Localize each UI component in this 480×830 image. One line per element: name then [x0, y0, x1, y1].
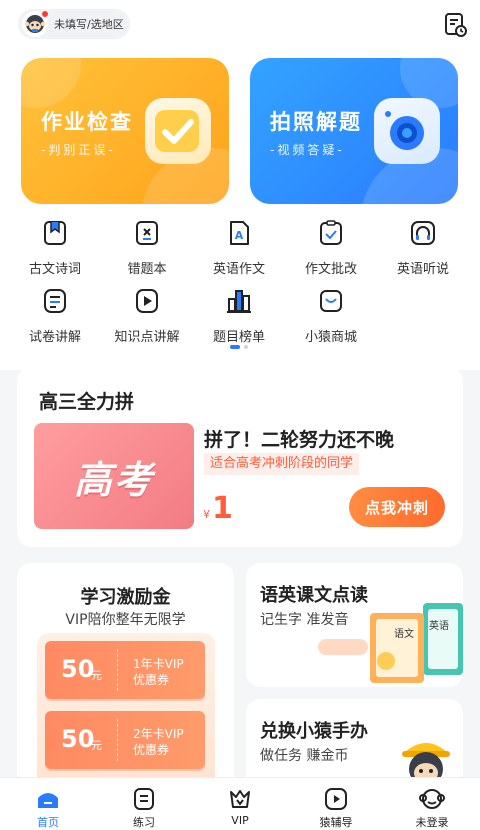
checkmark-icon	[145, 98, 211, 164]
currency-symbol: ¥	[203, 508, 210, 521]
shop-title: 兑换小猿手办	[260, 721, 368, 742]
history-doc-icon[interactable]	[444, 12, 468, 38]
tool-classical-poetry[interactable]: 古文诗词	[13, 220, 97, 280]
tab-practice[interactable]: 练习	[96, 778, 192, 830]
tool-essay-correction[interactable]: 作文批改	[289, 220, 373, 280]
tab-label: 练习	[133, 816, 155, 829]
home-main: 作业检查 -判别正误- 拍照解题 -视频答疑- 古文诗词 错题本 A 英语作文 …	[0, 52, 480, 370]
paper-icon	[44, 289, 66, 313]
error-book-icon	[136, 221, 158, 245]
tab-label: 猿辅导	[319, 816, 353, 829]
english-doc-icon: A	[230, 221, 249, 245]
voucher-1year[interactable]: 50 元 1年卡VIP 优惠券	[45, 641, 205, 699]
voucher-desc: 优惠券	[133, 673, 170, 687]
home-icon	[38, 793, 58, 808]
tool-label: 古文诗词	[28, 262, 81, 277]
region-selector[interactable]: 未填写/选地区	[18, 9, 130, 39]
tool-english-listening[interactable]: 英语听说	[381, 220, 465, 280]
voucher-type: 1年卡VIP	[133, 657, 184, 671]
bottom-tab-bar: 首页 练习 VIP 猿辅导 未登录	[0, 777, 480, 830]
promo-section-title: 高三全力拼	[39, 391, 135, 413]
tool-error-book[interactable]: 错题本	[105, 220, 189, 280]
photo-solve-title: 拍照解题	[270, 110, 362, 134]
voucher-amount: 50	[61, 655, 95, 683]
tool-label: 英语作文	[212, 262, 265, 277]
promo-tag: 适合高考冲刺阶段的同学	[204, 453, 360, 475]
tool-english-essay[interactable]: A 英语作文	[197, 220, 281, 280]
homework-check-card[interactable]: 作业检查 -判别正误-	[21, 58, 229, 204]
shopping-bag-icon	[320, 290, 342, 312]
shop-subtitle: 做任务 赚金币	[260, 748, 349, 764]
tab-home[interactable]: 首页	[0, 778, 96, 830]
photo-solve-card[interactable]: 拍照解题 -视频答疑-	[250, 58, 458, 204]
price-value: 1	[212, 491, 233, 526]
ranking-bars-icon	[227, 290, 251, 313]
tool-knowledge-explain[interactable]: 知识点讲解	[105, 288, 189, 348]
incentive-card[interactable]: 学习激励金 VIP陪你整年无限学 50 元 1年卡VIP 优惠券 50 元 2年…	[17, 563, 234, 793]
headphones-icon	[411, 221, 435, 245]
camera-icon	[374, 98, 440, 164]
tab-profile[interactable]: 未登录	[384, 778, 480, 830]
top-bar: 未填写/选地区	[0, 0, 480, 52]
voucher-2year[interactable]: 50 元 2年卡VIP 优惠券	[45, 711, 205, 769]
monkey-avatar-icon	[22, 10, 49, 37]
exam-promo-card[interactable]: 高三全力拼 高考 拼了！二轮努力还不晚 适合高考冲刺阶段的同学 ¥1 点我冲刺	[17, 367, 463, 547]
tool-label: 知识点讲解	[114, 330, 180, 345]
voucher-type: 2年卡VIP	[133, 727, 184, 741]
tool-label: 作文批改	[304, 262, 357, 277]
tool-label: 英语听说	[396, 262, 449, 277]
tool-label: 题目榜单	[212, 330, 265, 345]
tool-mall[interactable]: 小猿商城	[289, 288, 373, 348]
voucher-divider	[117, 649, 118, 691]
photo-solve-subtitle: -视频答疑-	[270, 143, 345, 157]
voucher-divider	[117, 719, 118, 761]
incentive-subtitle: VIP陪你整年无限学	[65, 612, 186, 628]
voucher-unit: 元	[91, 739, 102, 752]
voucher-amount: 50	[61, 725, 95, 753]
tab-vip[interactable]: VIP	[192, 778, 288, 830]
sprint-button[interactable]: 点我冲刺	[349, 487, 445, 527]
textbook-reading-card[interactable]: 语英课文点读 记生字 准发音 语文 英语	[246, 563, 463, 687]
svg-text:A: A	[235, 229, 244, 242]
tool-question-ranking[interactable]: 题目榜单	[197, 288, 281, 348]
tab-label: 首页	[37, 816, 59, 829]
gaokao-banner: 高考	[34, 423, 194, 529]
decor-circle	[21, 58, 81, 108]
promo-headline: 拼了！二轮努力还不晚	[204, 429, 395, 451]
homework-check-subtitle: -判别正误-	[41, 143, 116, 157]
incentive-title: 学习激励金	[80, 587, 171, 608]
page-dot-active	[230, 345, 240, 349]
voucher-desc: 优惠券	[133, 743, 170, 757]
tool-label: 小猿商城	[304, 330, 357, 345]
bookmark-book-icon	[44, 221, 66, 245]
tab-label: VIP	[231, 814, 249, 827]
practice-icon	[134, 788, 154, 810]
voucher-unit: 元	[91, 669, 102, 682]
promo-price: ¥1	[203, 491, 233, 526]
tab-tutoring[interactable]: 猿辅导	[288, 778, 384, 830]
monkey-avatar-icon	[419, 789, 445, 809]
page-dot	[244, 345, 248, 349]
homework-check-title: 作业检查	[41, 110, 133, 134]
tool-label: 错题本	[127, 262, 167, 277]
tool-label: 试卷讲解	[28, 330, 81, 345]
tool-paper-explain[interactable]: 试卷讲解	[13, 288, 97, 348]
banner-text: 高考	[73, 457, 154, 502]
textbooks-illustration	[318, 603, 463, 683]
notification-dot	[41, 10, 49, 18]
play-video-icon	[136, 289, 158, 313]
essay-check-icon	[320, 220, 342, 245]
tab-label: 未登录	[415, 816, 449, 829]
tools-page-indicator	[230, 345, 250, 349]
video-play-icon	[325, 788, 347, 810]
book-english-label: 英语	[429, 621, 449, 632]
vip-crown-icon	[230, 790, 250, 808]
book-chinese-label: 语文	[394, 629, 414, 640]
region-label: 未填写/选地区	[54, 18, 124, 31]
